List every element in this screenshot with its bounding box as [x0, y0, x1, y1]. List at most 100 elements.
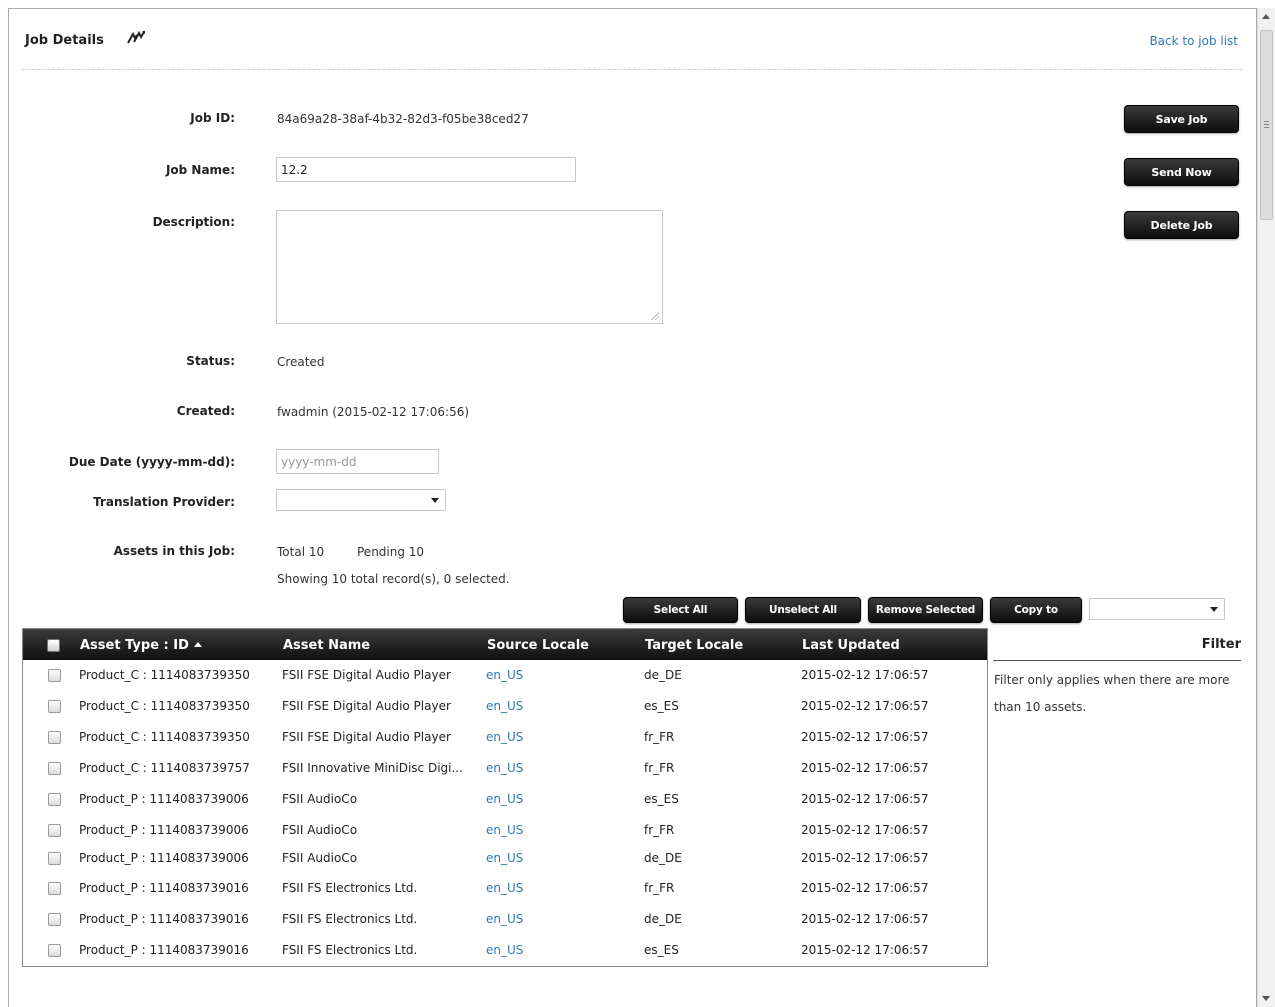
assets-total: Total 10 [277, 545, 325, 559]
target-locale: fr_FR [644, 881, 675, 895]
target-locale: de_DE [644, 912, 682, 926]
asset-name: FSII AudioCo [282, 851, 358, 865]
asset-type-id: Product_P : 1114083739006 [79, 792, 249, 806]
asset-name: FSII FS Electronics Ltd. [282, 881, 418, 895]
column-header-target-locale[interactable]: Target Locale [645, 638, 743, 653]
copy-to-button[interactable]: Copy to [990, 597, 1082, 623]
source-locale-link[interactable]: en_US [486, 792, 523, 806]
source-locale-link[interactable]: en_US [486, 668, 523, 682]
created-label: Created: [176, 404, 235, 418]
asset-type-id: Product_C : 1114083739350 [79, 668, 250, 682]
row-checkbox[interactable] [48, 824, 61, 837]
translation-provider-label: Translation Provider: [93, 495, 235, 509]
sort-ascending-icon [193, 642, 202, 647]
last-updated: 2015-02-12 17:06:57 [801, 912, 929, 926]
last-updated: 2015-02-12 17:06:57 [801, 823, 929, 837]
asset-name: FSII FSE Digital Audio Player [282, 668, 451, 682]
last-updated: 2015-02-12 17:06:57 [801, 668, 929, 682]
unselect-all-button[interactable]: Unselect All [745, 597, 861, 623]
table-row: Product_C : 1114083739350 FSII FSE Digit… [23, 723, 987, 751]
source-locale-link[interactable]: en_US [486, 730, 523, 744]
vertical-scrollbar[interactable] [1257, 8, 1275, 1007]
last-updated: 2015-02-12 17:06:57 [801, 761, 929, 775]
source-locale-link[interactable]: en_US [486, 851, 523, 865]
scroll-thumb[interactable] [1260, 30, 1273, 220]
source-locale-link[interactable]: en_US [486, 881, 523, 895]
description-textarea[interactable] [276, 210, 663, 324]
page-title: Job Details [25, 33, 104, 48]
table-row: Product_C : 1114083739757 FSII Innovativ… [23, 754, 987, 782]
asset-type-id: Product_P : 1114083739006 [79, 823, 249, 837]
source-locale-link[interactable]: en_US [486, 943, 523, 957]
select-all-checkbox[interactable] [47, 639, 60, 652]
asset-name: FSII Innovative MiniDisc Digi... [282, 761, 463, 775]
due-date-input[interactable] [276, 449, 439, 474]
chevron-down-icon [431, 498, 439, 503]
job-name-label: Job Name: [165, 163, 235, 177]
column-header-asset-name[interactable]: Asset Name [283, 638, 370, 653]
row-checkbox[interactable] [48, 852, 61, 865]
table-row: Product_P : 1114083739016 FSII FS Electr… [23, 936, 987, 964]
source-locale-link[interactable]: en_US [486, 699, 523, 713]
asset-name: FSII FS Electronics Ltd. [282, 943, 418, 957]
job-name-input[interactable] [276, 157, 576, 182]
assets-pending: Pending 10 [357, 545, 425, 559]
save-job-button[interactable]: Save Job [1124, 105, 1239, 133]
table-row: Product_P : 1114083739006 FSII AudioCo e… [23, 785, 987, 813]
send-now-button[interactable]: Send Now [1124, 158, 1239, 186]
row-checkbox[interactable] [48, 882, 61, 895]
row-checkbox[interactable] [48, 913, 61, 926]
delete-job-button[interactable]: Delete Job [1124, 211, 1239, 239]
job-id-value: 84a69a28-38af-4b32-82d3-f05be38ced27 [277, 112, 529, 126]
scroll-up-arrow-icon[interactable] [1262, 14, 1270, 19]
target-locale: es_ES [644, 943, 679, 957]
source-locale-link[interactable]: en_US [486, 823, 523, 837]
table-row: Product_P : 1114083739016 FSII FS Electr… [23, 905, 987, 933]
job-id-label: Job ID: [190, 111, 235, 125]
asset-name: FSII AudioCo [282, 823, 358, 837]
target-locale: es_ES [644, 792, 679, 806]
chevron-down-icon [1210, 607, 1218, 612]
refresh-icon[interactable] [125, 30, 147, 46]
target-locale: de_DE [644, 668, 682, 682]
asset-type-id: Product_C : 1114083739350 [79, 730, 250, 744]
column-header-source-locale[interactable]: Source Locale [487, 638, 589, 653]
column-header-asset-type[interactable]: Asset Type : ID [80, 638, 202, 653]
table-row: Product_P : 1114083739006 FSII AudioCo e… [23, 844, 987, 872]
copy-to-select[interactable] [1089, 598, 1225, 620]
row-checkbox[interactable] [48, 731, 61, 744]
table-row: Product_C : 1114083739350 FSII FSE Digit… [23, 692, 987, 720]
row-checkbox[interactable] [48, 700, 61, 713]
target-locale: fr_FR [644, 730, 675, 744]
filter-note: Filter only applies when there are more … [994, 673, 1230, 714]
last-updated: 2015-02-12 17:06:57 [801, 851, 929, 865]
asset-name: FSII FSE Digital Audio Player [282, 730, 451, 744]
row-checkbox[interactable] [48, 944, 61, 957]
remove-selected-button[interactable]: Remove Selected [868, 597, 983, 623]
row-checkbox[interactable] [48, 793, 61, 806]
grip-icon [1264, 121, 1269, 128]
created-value: fwadmin (2015-02-12 17:06:56) [277, 405, 470, 419]
resize-grip-icon[interactable] [650, 311, 659, 320]
row-checkbox[interactable] [48, 669, 61, 682]
scroll-down-arrow-icon[interactable] [1262, 996, 1270, 1001]
target-locale: fr_FR [644, 823, 675, 837]
status-label: Status: [186, 354, 235, 368]
column-header-label: Asset Type : ID [80, 638, 189, 653]
translation-provider-select[interactable] [276, 489, 446, 511]
column-header-last-updated[interactable]: Last Updated [802, 638, 900, 653]
back-to-job-list-link[interactable]: Back to job list [1149, 34, 1238, 48]
source-locale-link[interactable]: en_US [486, 761, 523, 775]
last-updated: 2015-02-12 17:06:57 [801, 792, 929, 806]
row-checkbox[interactable] [48, 762, 61, 775]
select-all-button[interactable]: Select All [623, 597, 738, 623]
source-locale-link[interactable]: en_US [486, 912, 523, 926]
asset-type-id: Product_P : 1114083739016 [79, 881, 249, 895]
status-value: Created [277, 355, 325, 369]
filter-title: Filter [1201, 637, 1241, 652]
table-header: Asset Type : ID Asset Name Source Locale… [23, 629, 987, 660]
records-summary: Showing 10 total record(s), 0 selected. [277, 572, 510, 586]
asset-type-id: Product_P : 1114083739016 [79, 943, 249, 957]
asset-type-id: Product_C : 1114083739757 [79, 761, 250, 775]
due-date-label: Due Date (yyyy-mm-dd): [68, 455, 235, 469]
